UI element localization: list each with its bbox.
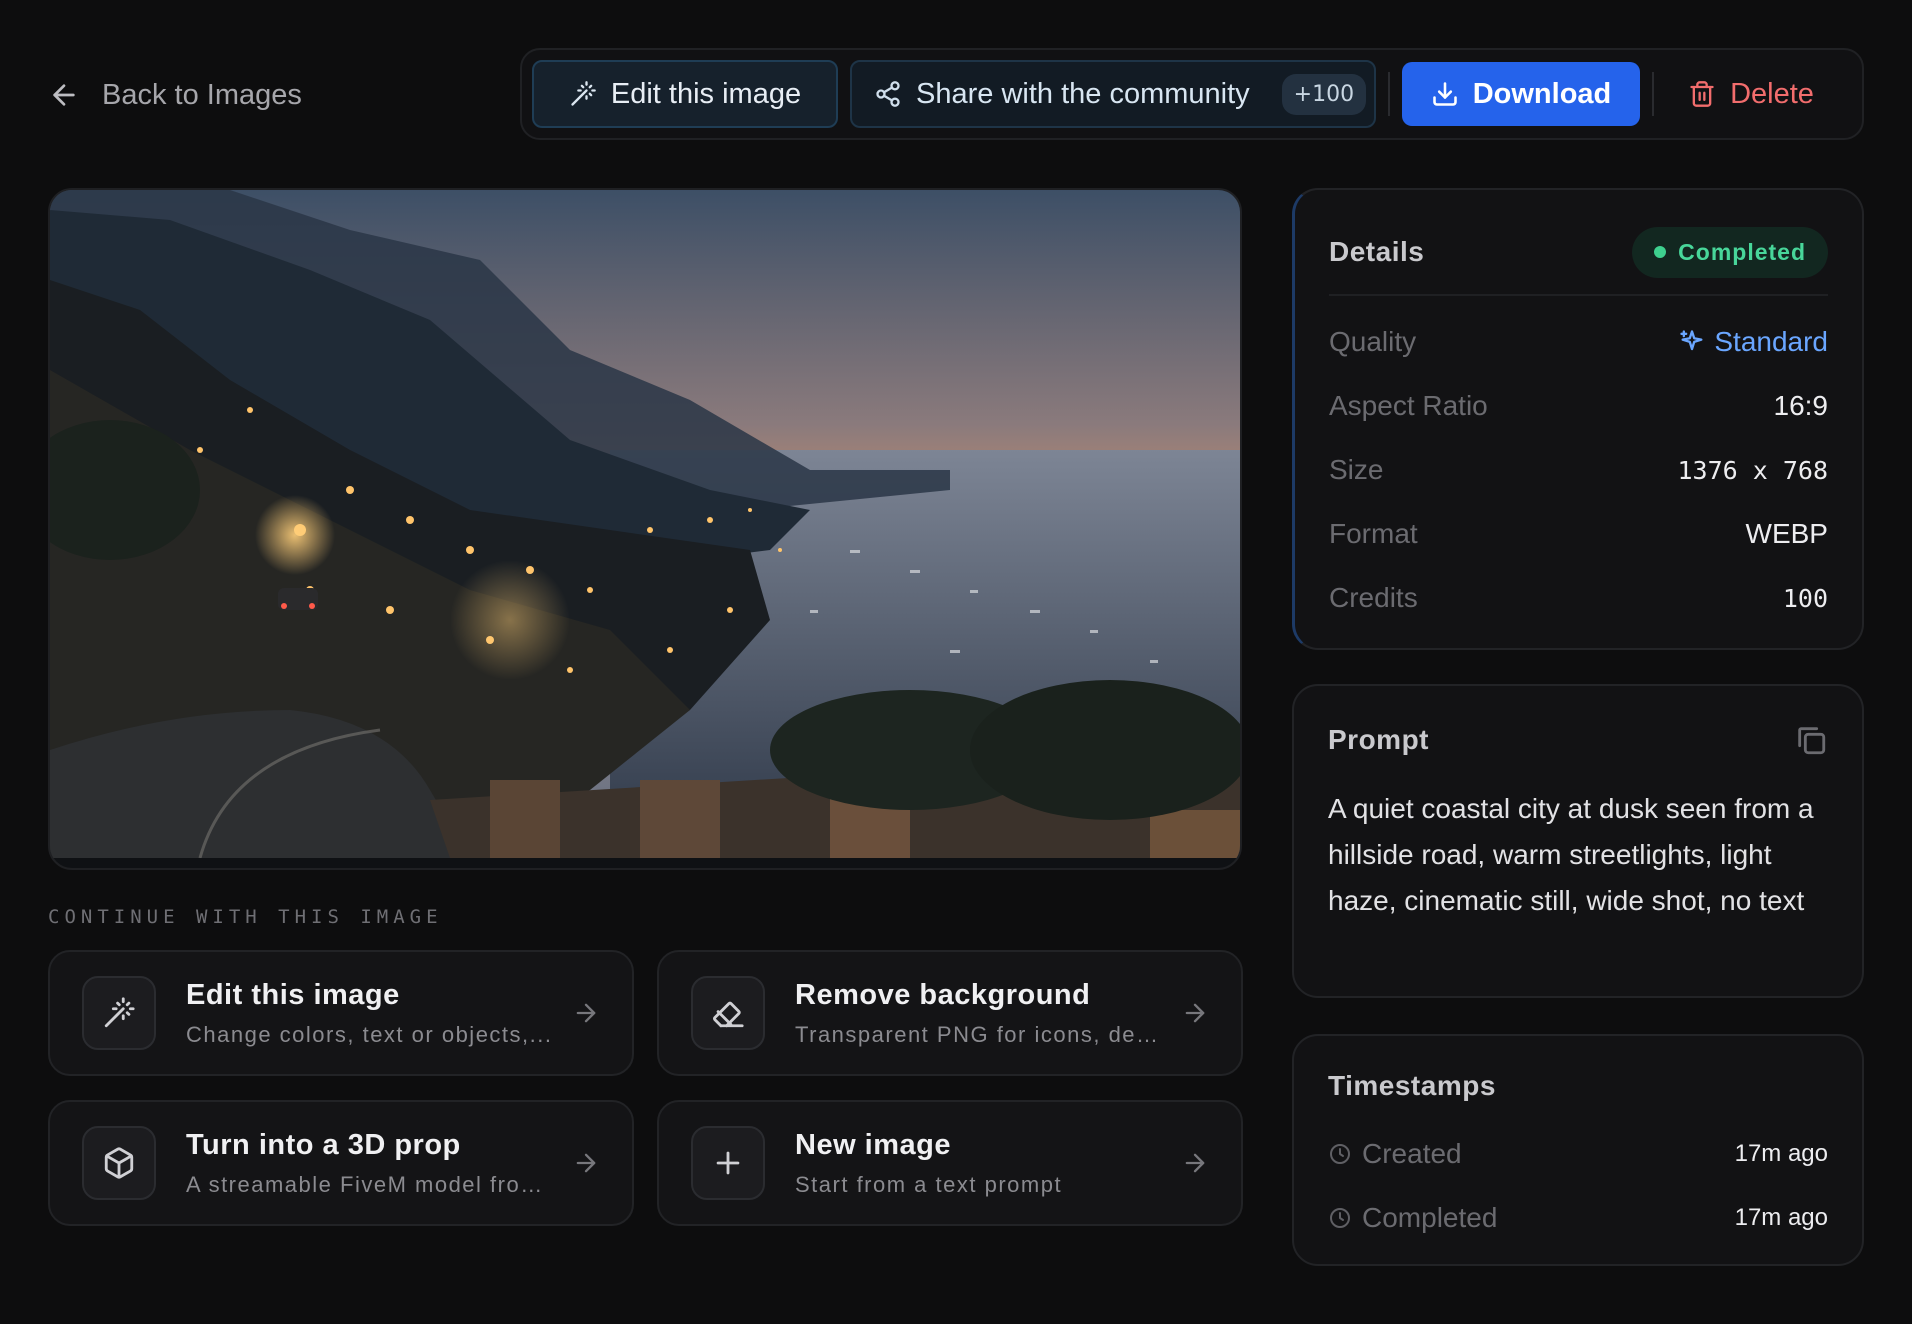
action-new-image[interactable]: New image Start from a text prompt xyxy=(657,1100,1243,1226)
copy-icon[interactable] xyxy=(1794,723,1828,757)
detail-label: Aspect Ratio xyxy=(1329,390,1488,421)
action-subtitle: Change colors, text or objects,... xyxy=(186,1021,553,1047)
timestamps-title: Timestamps xyxy=(1328,1070,1496,1101)
detail-value: 1376 x 768 xyxy=(1677,455,1828,485)
timestamp-value: 17m ago xyxy=(1734,1140,1828,1167)
action-title: Turn into a 3D prop xyxy=(186,1128,461,1161)
action-subtitle: Transparent PNG for icons, dec... xyxy=(795,1021,1165,1047)
action-icon-box xyxy=(691,976,765,1050)
status-label: Completed xyxy=(1678,238,1806,265)
detail-label: Quality xyxy=(1329,326,1417,357)
details-title: Details xyxy=(1329,236,1425,267)
clock-icon xyxy=(1330,1144,1350,1164)
prompt-text: A quiet coastal city at dusk seen from a… xyxy=(1328,793,1814,916)
plus-icon xyxy=(716,1151,740,1175)
continue-section-title: CONTINUE WITH THIS IMAGE xyxy=(48,906,443,928)
action-subtitle: A streamable FiveM model from ... xyxy=(186,1171,556,1197)
arrow-right-icon xyxy=(576,1153,596,1173)
back-label: Back to Images xyxy=(102,78,302,111)
details-divider xyxy=(1329,294,1828,296)
detail-row-format: Format WEBP xyxy=(1329,512,1828,556)
detail-row-size: Size 1376 x 768 xyxy=(1329,448,1828,492)
cube-icon xyxy=(104,1147,134,1179)
detail-row-quality: Quality Standard xyxy=(1329,320,1828,364)
action-icon-box xyxy=(82,976,156,1050)
download-label: Download xyxy=(1472,77,1612,110)
sparkles-icon xyxy=(1680,330,1703,351)
share-credit-badge: +100 xyxy=(1281,73,1367,115)
arrow-left-icon xyxy=(53,84,75,106)
download-icon xyxy=(1432,82,1457,106)
toolbar-divider xyxy=(1388,72,1390,116)
detail-value: Standard xyxy=(1678,326,1828,358)
action-edit-image[interactable]: Edit this image Change colors, text or o… xyxy=(48,950,634,1076)
timestamp-row-created: Created 17m ago xyxy=(1328,1132,1828,1176)
trash-icon xyxy=(1690,81,1714,107)
timestamp-label: Created xyxy=(1328,1138,1462,1170)
detail-label: Format xyxy=(1329,518,1418,549)
arrow-right-icon xyxy=(1185,1003,1205,1023)
detail-value: WEBP xyxy=(1745,518,1828,549)
timestamp-label: Completed xyxy=(1328,1202,1497,1234)
generated-image xyxy=(48,188,1242,870)
detail-row-aspect-ratio: Aspect Ratio 16:9 xyxy=(1329,384,1828,428)
timestamp-label-text: Completed xyxy=(1362,1202,1498,1233)
action-icon-box xyxy=(82,1126,156,1200)
status-badge: Completed xyxy=(1632,226,1828,278)
status-dot-icon xyxy=(1654,246,1667,258)
edit-image-label: Edit this image xyxy=(610,77,802,110)
prompt-panel: Prompt A quiet coastal city at dusk seen… xyxy=(1292,684,1864,998)
delete-label: Delete xyxy=(1730,77,1814,110)
timestamps-panel: Timestamps Created 17m ago Completed 17m… xyxy=(1292,1034,1864,1266)
arrow-right-icon xyxy=(1185,1153,1205,1173)
action-title: Edit this image xyxy=(186,978,400,1011)
action-remove-background[interactable]: Remove background Transparent PNG for ic… xyxy=(657,950,1243,1076)
action-3d-prop[interactable]: Turn into a 3D prop A streamable FiveM m… xyxy=(48,1100,634,1226)
download-button[interactable]: Download xyxy=(1402,62,1640,126)
timestamp-value: 17m ago xyxy=(1734,1204,1828,1231)
coastal-dusk-illustration xyxy=(50,190,1240,858)
prompt-title: Prompt xyxy=(1328,724,1429,755)
action-title: Remove background xyxy=(795,978,1091,1011)
action-icon-box xyxy=(691,1126,765,1200)
details-panel: Details Completed Quality Standard Aspec… xyxy=(1292,188,1864,650)
quality-value: Standard xyxy=(1714,326,1828,357)
share-community-button[interactable]: Share with the community +100 xyxy=(850,60,1376,128)
image-toolbar: Edit this image Share with the community… xyxy=(520,48,1864,140)
toolbar-divider xyxy=(1652,72,1654,116)
share-label: Share with the community xyxy=(916,77,1250,110)
detail-value: 100 xyxy=(1782,583,1828,613)
detail-label: Credits xyxy=(1329,582,1418,613)
share-icon xyxy=(876,81,900,107)
magic-wand-icon xyxy=(104,997,135,1028)
timestamp-row-completed: Completed 17m ago xyxy=(1328,1196,1828,1240)
action-title: New image xyxy=(795,1128,951,1161)
delete-button[interactable]: Delete xyxy=(1666,60,1836,128)
action-subtitle: Start from a text prompt xyxy=(795,1171,1063,1197)
detail-row-credits: Credits 100 xyxy=(1329,576,1828,620)
clock-icon xyxy=(1330,1208,1350,1228)
image-detail-page: Back to Images Edit this image Share wit… xyxy=(0,0,1912,1324)
magic-wand-icon xyxy=(571,81,596,106)
back-to-images-link[interactable]: Back to Images xyxy=(48,72,302,118)
edit-image-button[interactable]: Edit this image xyxy=(532,60,838,128)
timestamp-label-text: Created xyxy=(1362,1138,1462,1169)
arrow-right-icon xyxy=(576,1003,596,1023)
detail-value: 16:9 xyxy=(1773,390,1829,421)
eraser-icon xyxy=(713,1001,744,1028)
detail-label: Size xyxy=(1329,454,1384,485)
